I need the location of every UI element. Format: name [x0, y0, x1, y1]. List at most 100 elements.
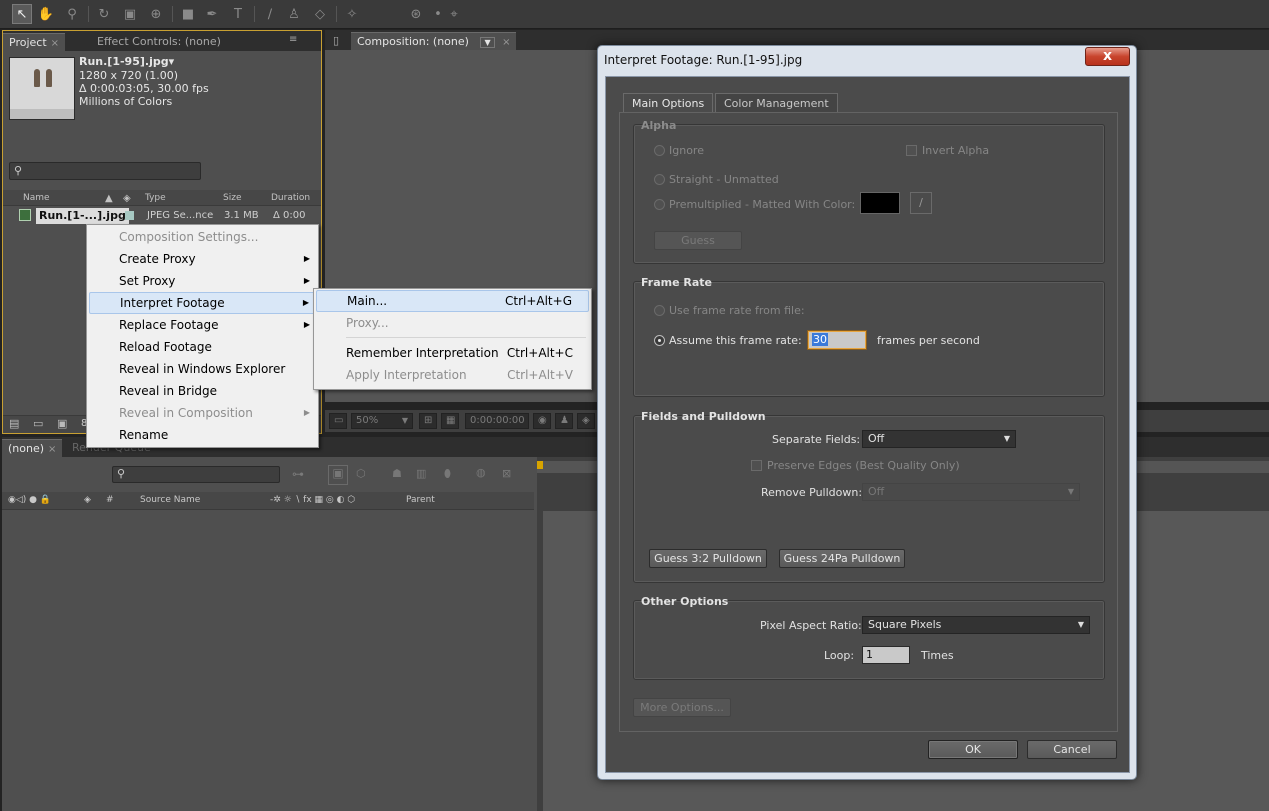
guess-24pa-pulldown-button[interactable]: Guess 24Pa Pulldown: [779, 549, 905, 568]
sort-icon[interactable]: ▲: [105, 191, 113, 206]
brush-tool-icon[interactable]: ∕: [260, 4, 280, 24]
close-icon[interactable]: ×: [51, 38, 59, 49]
camera-tool-icon[interactable]: ▣: [120, 4, 140, 24]
cancel-button[interactable]: Cancel: [1027, 740, 1117, 759]
project-search-input[interactable]: ⚲: [9, 162, 201, 180]
close-icon[interactable]: ×: [502, 37, 510, 48]
menu-item-composition-settings[interactable]: Composition Settings...: [89, 226, 316, 248]
separate-fields-select[interactable]: Off ▼: [862, 430, 1016, 448]
menu-item-reveal-explorer[interactable]: Reveal in Windows Explorer: [89, 358, 316, 380]
selection-tool-icon[interactable]: ↖: [12, 4, 32, 24]
panel-menu-icon[interactable]: ≡: [289, 34, 297, 45]
footage-name[interactable]: Run.[1-95].jpg▾: [79, 55, 174, 68]
close-icon[interactable]: ×: [48, 444, 56, 455]
rotation-tool-icon[interactable]: ↻: [94, 4, 114, 24]
puppet-starch-tool-icon[interactable]: ⌖: [444, 4, 464, 24]
column-type[interactable]: Type: [145, 191, 166, 206]
straight-radio[interactable]: [654, 174, 665, 185]
grid-icon[interactable]: ⊞: [419, 413, 437, 429]
comp-mini-flowchart-icon[interactable]: ⊶: [292, 467, 304, 481]
brainstorm-icon[interactable]: ◍: [476, 466, 486, 479]
tab-main-options[interactable]: Main Options: [623, 93, 714, 113]
column-name[interactable]: Name: [23, 191, 50, 206]
motion-blur-icon[interactable]: ⬮: [444, 467, 451, 481]
menu-item-replace-footage[interactable]: Replace Footage ▶: [89, 314, 316, 336]
submenu-item-apply[interactable]: Apply Interpretation Ctrl+Alt+V: [316, 364, 589, 386]
hide-shy-layers-icon[interactable]: ☗: [392, 467, 402, 480]
premultiplied-radio[interactable]: [654, 199, 665, 210]
draft-3d-icon[interactable]: ⬡: [356, 467, 366, 480]
live-update-icon[interactable]: ▣: [328, 465, 348, 485]
label-tag-icon[interactable]: ◈: [84, 495, 91, 505]
interpret-footage-icon[interactable]: ▤: [9, 417, 19, 430]
pen-tool-icon[interactable]: ✒: [202, 4, 222, 24]
remove-pulldown-select[interactable]: Off ▼: [862, 483, 1080, 501]
timeline-search-input[interactable]: ⚲: [112, 466, 280, 483]
ignore-radio[interactable]: [654, 145, 665, 156]
eraser-tool-icon[interactable]: ◇: [310, 4, 330, 24]
label-tag-icon[interactable]: ◈: [123, 191, 131, 206]
frame-blending-icon[interactable]: ▥: [416, 467, 426, 480]
eyedropper-icon[interactable]: ∕: [910, 192, 932, 214]
frame-rate-input[interactable]: 30: [808, 331, 866, 349]
pixel-aspect-ratio-select[interactable]: Square Pixels ▼: [862, 616, 1090, 634]
chevron-down-icon[interactable]: ▼: [480, 37, 495, 48]
menu-item-interpret-footage[interactable]: Interpret Footage ▶: [89, 292, 316, 314]
row-name[interactable]: Run.[1-...].jpg: [36, 208, 129, 224]
roto-brush-tool-icon[interactable]: ✧: [342, 4, 362, 24]
matte-color-swatch[interactable]: [860, 192, 900, 214]
column-parent[interactable]: Parent: [406, 495, 435, 505]
av-features-icon[interactable]: ◉◁) ● 🔒: [8, 495, 51, 505]
show-snapshot-icon[interactable]: ♟: [555, 413, 573, 429]
mask-visibility-icon[interactable]: ▦: [441, 413, 459, 429]
menu-item-set-proxy[interactable]: Set Proxy ▶: [89, 270, 316, 292]
menu-item-reveal-composition[interactable]: Reveal in Composition ▶: [89, 402, 316, 424]
tab-effect-controls[interactable]: Effect Controls: (none): [91, 33, 227, 51]
ok-button[interactable]: OK: [928, 740, 1018, 759]
zoom-tool-icon[interactable]: ⚲: [62, 4, 82, 24]
zoom-select[interactable]: 50% ▼: [351, 413, 413, 429]
work-area-start-icon[interactable]: [537, 461, 543, 469]
layer-switches-icon[interactable]: -✲ ☼ ∖ fx ▦ ◎ ◐ ⬡: [270, 495, 355, 505]
type-tool-icon[interactable]: T: [228, 4, 248, 24]
label-color-swatch[interactable]: [125, 211, 134, 220]
use-file-rate-radio[interactable]: [654, 305, 665, 316]
column-duration[interactable]: Duration: [271, 191, 310, 206]
menu-item-reveal-bridge[interactable]: Reveal in Bridge: [89, 380, 316, 402]
puppet-pin-tool-icon[interactable]: ⊛: [406, 4, 426, 24]
preserve-edges-checkbox[interactable]: [751, 460, 762, 471]
channel-icon[interactable]: ◈: [577, 413, 595, 429]
guess-32-pulldown-button[interactable]: Guess 3:2 Pulldown: [649, 549, 767, 568]
new-folder-icon[interactable]: ▭: [33, 417, 43, 430]
column-source-name[interactable]: Source Name: [140, 495, 200, 505]
graph-editor-icon[interactable]: ⊠: [502, 467, 511, 480]
tab-none[interactable]: (none) ×: [2, 439, 63, 457]
lock-icon[interactable]: ▯: [327, 32, 345, 50]
dialog-close-button[interactable]: x: [1085, 47, 1130, 66]
tab-composition[interactable]: Composition: (none) ▼ ×: [351, 32, 517, 50]
tab-project[interactable]: Project ×: [3, 33, 66, 51]
new-composition-icon[interactable]: ▣: [57, 417, 67, 430]
column-number[interactable]: #: [106, 495, 114, 505]
submenu-item-main[interactable]: Main... Ctrl+Alt+G: [316, 290, 589, 312]
menu-item-rename[interactable]: Rename: [89, 424, 316, 446]
menu-item-reload-footage[interactable]: Reload Footage: [89, 336, 316, 358]
current-time[interactable]: 0:00:00:00: [465, 413, 529, 429]
clone-stamp-tool-icon[interactable]: ♙: [284, 4, 304, 24]
pan-behind-tool-icon[interactable]: ⊕: [146, 4, 166, 24]
column-size[interactable]: Size: [223, 191, 241, 206]
assume-rate-radio[interactable]: [654, 335, 665, 346]
guess-button[interactable]: Guess: [654, 231, 742, 250]
menu-item-create-proxy[interactable]: Create Proxy ▶: [89, 248, 316, 270]
submenu-item-remember[interactable]: Remember Interpretation Ctrl+Alt+C: [316, 342, 589, 364]
mask-tool-icon[interactable]: ■: [178, 4, 198, 24]
invert-alpha-checkbox[interactable]: [906, 145, 917, 156]
hand-tool-icon[interactable]: ✋: [36, 4, 56, 24]
magnification-icon[interactable]: ▭: [329, 413, 347, 429]
tab-color-management[interactable]: Color Management: [715, 93, 838, 113]
submenu-item-proxy[interactable]: Proxy...: [316, 312, 589, 334]
snapshot-icon[interactable]: ◉: [533, 413, 551, 429]
more-options-button[interactable]: More Options...: [633, 698, 731, 717]
loop-input[interactable]: 1: [862, 646, 910, 664]
table-row[interactable]: Run.[1-...].jpg JPEG Se...nce 3.1 MB Δ 0…: [3, 207, 321, 225]
